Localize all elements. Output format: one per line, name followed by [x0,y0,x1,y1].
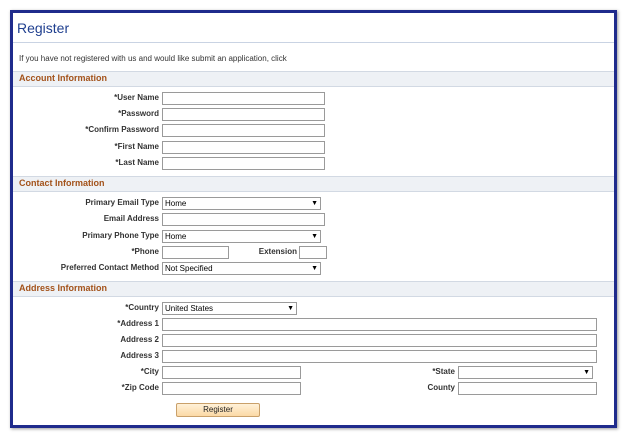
confirm-password-input[interactable] [162,124,325,137]
password-input[interactable] [162,108,325,121]
first-name-input[interactable] [162,141,325,154]
user-name-input[interactable] [162,92,325,105]
state-select[interactable]: ▼ [458,366,593,379]
address-3-input[interactable] [162,350,597,363]
city-label: *City [140,367,159,376]
section-account-information: Account Information [13,71,614,87]
primary-phone-type-select[interactable]: Home ▼ [162,230,321,243]
selected-value: Home [165,232,187,241]
selected-value: United States [165,304,214,313]
extension-label: Extension [258,247,297,256]
page-title: Register [17,20,70,36]
zip-code-input[interactable] [162,382,301,395]
intro-text: If you have not registered with us and w… [19,54,287,63]
selected-value: Not Specified [165,264,213,273]
county-label: County [427,383,455,392]
email-address-label: Email Address [103,214,159,223]
city-input[interactable] [162,366,301,379]
register-button[interactable]: Register [176,403,260,417]
last-name-label: *Last Name [115,158,159,167]
section-heading: Contact Information [19,178,105,188]
primary-phone-type-label: Primary Phone Type [82,231,159,240]
user-name-label: *User Name [114,93,159,102]
chevron-down-icon: ▼ [311,200,318,207]
country-select[interactable]: United States ▼ [162,302,297,315]
chevron-down-icon: ▼ [311,233,318,240]
extension-input[interactable] [299,246,327,259]
phone-input[interactable] [162,246,229,259]
chevron-down-icon: ▼ [287,305,294,312]
first-name-label: *First Name [114,142,159,151]
section-contact-information: Contact Information [13,176,614,192]
section-address-information: Address Information [13,281,614,297]
password-label: *Password [118,109,159,118]
selected-value: Home [165,199,187,208]
preferred-contact-method-select[interactable]: Not Specified ▼ [162,262,321,275]
last-name-input[interactable] [162,157,325,170]
section-heading: Address Information [19,283,108,293]
register-panel: Register If you have not registered with… [10,10,617,428]
address-2-label: Address 2 [120,335,159,344]
address-2-input[interactable] [162,334,597,347]
primary-email-type-label: Primary Email Type [85,198,159,207]
address-1-label: *Address 1 [117,319,159,328]
address-1-input[interactable] [162,318,597,331]
address-3-label: Address 3 [120,351,159,360]
zip-code-label: *Zip Code [121,383,159,392]
section-heading: Account Information [19,73,107,83]
email-address-input[interactable] [162,213,325,226]
primary-email-type-select[interactable]: Home ▼ [162,197,321,210]
country-label: *Country [125,303,159,312]
state-label: *State [432,367,455,376]
preferred-contact-method-label: Preferred Contact Method [60,263,159,272]
confirm-password-label: *Confirm Password [85,125,159,134]
chevron-down-icon: ▼ [311,265,318,272]
county-input[interactable] [458,382,597,395]
chevron-down-icon: ▼ [583,369,590,376]
divider [13,42,614,43]
phone-label: *Phone [131,247,159,256]
